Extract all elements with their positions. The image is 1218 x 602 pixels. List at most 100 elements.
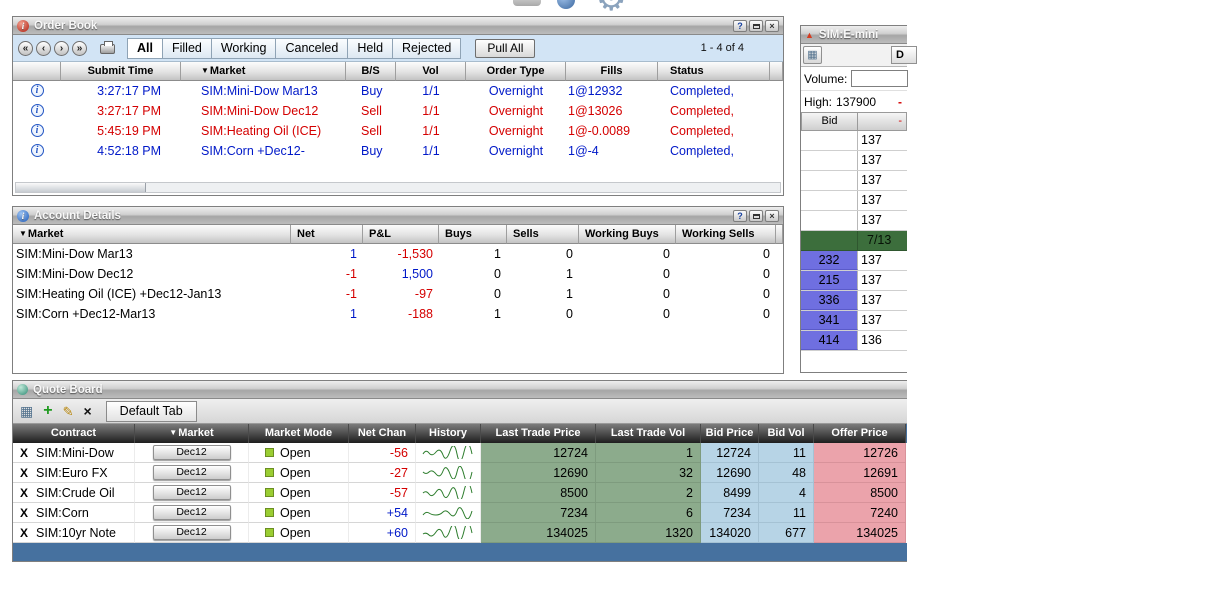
price-cell[interactable]: 137 [858, 171, 907, 190]
column-header-fills[interactable]: Fills [566, 62, 658, 81]
prev-page-button[interactable]: ‹ [36, 41, 51, 56]
tab-filled[interactable]: Filled [163, 38, 212, 59]
tab-working[interactable]: Working [212, 38, 277, 59]
column-header-offer-price[interactable]: Offer Price [814, 424, 906, 443]
column-header-order-type[interactable]: Order Type [466, 62, 566, 81]
column-header-pl[interactable]: P&L [363, 225, 439, 244]
info-icon[interactable]: i [31, 84, 44, 97]
column-header-history[interactable]: History [416, 424, 481, 443]
column-header-market[interactable]: ▼Market [13, 225, 291, 244]
horizontal-scrollbar[interactable] [15, 182, 781, 193]
tab-rejected[interactable]: Rejected [393, 38, 461, 59]
contract-month-button[interactable]: Dec12 [153, 465, 231, 480]
depth-cell[interactable] [801, 211, 858, 230]
column-header-market[interactable]: ▼Market [181, 62, 346, 81]
quote-row[interactable]: XSIM:Corn Dec12 Open +54 7234 6 7234 11 … [13, 503, 907, 523]
column-header-market-mode[interactable]: Market Mode [249, 424, 349, 443]
column-header-contract[interactable]: Contract [13, 424, 135, 443]
volume-input[interactable] [851, 70, 908, 87]
info-icon[interactable]: i [31, 144, 44, 157]
grid-view-icon[interactable]: ▦ [20, 404, 33, 418]
price-cell[interactable]: 137 [858, 211, 907, 230]
bid-depth-cell[interactable]: 232 [801, 251, 858, 270]
pull-all-button[interactable]: Pull All [475, 39, 535, 58]
quote-row[interactable]: XSIM:Crude Oil Dec12 Open -57 8500 2 849… [13, 483, 907, 503]
column-header-vol[interactable]: Vol [396, 62, 466, 81]
dom-titlebar[interactable]: ▲ SIM:E-mini [801, 26, 907, 44]
contract-month-button[interactable]: Dec12 [153, 525, 231, 540]
price-cell[interactable]: 137 [858, 271, 907, 290]
column-header-bid-price[interactable]: Bid Price [701, 424, 759, 443]
order-row[interactable]: i 3:27:17 PM SIM:Mini-Dow Dec12 Sell 1/1… [13, 101, 783, 121]
delete-tab-icon[interactable]: × [83, 404, 91, 418]
remove-quote-icon[interactable]: X [20, 443, 28, 463]
order-row[interactable]: i 5:45:19 PM SIM:Heating Oil (ICE) Sell … [13, 121, 783, 141]
tab-all[interactable]: All [127, 38, 163, 59]
last-page-button[interactable]: » [72, 41, 87, 56]
help-button[interactable]: ? [733, 20, 747, 32]
position-row[interactable]: SIM:Mini-Dow Dec12 -1 1,500 0 1 0 0 [13, 264, 783, 284]
remove-quote-icon[interactable]: X [20, 503, 28, 523]
add-tab-icon[interactable]: + [43, 403, 52, 419]
column-header-bs[interactable]: B/S [346, 62, 396, 81]
tab-canceled[interactable]: Canceled [276, 38, 348, 59]
remove-quote-icon[interactable]: X [20, 483, 28, 503]
column-header-status[interactable]: Status [658, 62, 770, 81]
next-page-button[interactable]: › [54, 41, 69, 56]
grid-view-icon[interactable]: ▦ [803, 46, 822, 64]
depth-cell[interactable] [801, 231, 858, 250]
price-cell[interactable]: 137 [858, 131, 907, 150]
edit-tab-icon[interactable]: ✎ [63, 405, 74, 418]
order-book-titlebar[interactable]: Order Book ? × [13, 17, 783, 35]
restore-button[interactable] [749, 20, 763, 32]
price-cell[interactable]: 137 [858, 291, 907, 310]
price-column-header[interactable]: - [858, 112, 907, 131]
depth-cell[interactable] [801, 151, 858, 170]
quote-row[interactable]: XSIM:Mini-Dow Dec12 Open -56 12724 1 127… [13, 443, 907, 463]
quote-row[interactable]: XSIM:Euro FX Dec12 Open -27 12690 32 126… [13, 463, 907, 483]
position-row[interactable]: SIM:Corn +Dec12-Mar13 1 -188 1 0 0 0 [13, 304, 783, 324]
bid-depth-cell[interactable]: 336 [801, 291, 858, 310]
remove-quote-icon[interactable]: X [20, 463, 28, 483]
close-button[interactable]: × [765, 20, 779, 32]
bid-depth-cell[interactable]: 215 [801, 271, 858, 290]
quote-row[interactable]: XSIM:10yr Note Dec12 Open +60 134025 132… [13, 523, 907, 543]
column-header-sells[interactable]: Sells [507, 225, 579, 244]
column-header-submit-time[interactable]: Submit Time [61, 62, 181, 81]
depth-cell[interactable] [801, 191, 858, 210]
account-details-titlebar[interactable]: Account Details ? × [13, 207, 783, 225]
price-cell[interactable]: 136 [858, 331, 907, 350]
column-header-last-trade-vol[interactable]: Last Trade Vol [596, 424, 701, 443]
column-header-working-buys[interactable]: Working Buys [579, 225, 676, 244]
quote-board-titlebar[interactable]: Quote Board [13, 381, 907, 399]
price-cell[interactable]: 137 [858, 311, 907, 330]
position-row[interactable]: SIM:Mini-Dow Mar13 1 -1,530 1 0 0 0 [13, 244, 783, 264]
bid-column-header[interactable]: Bid [801, 112, 858, 131]
column-header-net-change[interactable]: Net Chan [349, 424, 416, 443]
column-header-last-trade-price[interactable]: Last Trade Price [481, 424, 596, 443]
column-header-working-sells[interactable]: Working Sells [676, 225, 776, 244]
month-select-button[interactable]: D [891, 46, 917, 64]
scrollbar-thumb[interactable] [16, 183, 146, 192]
contract-month-button[interactable]: Dec12 [153, 445, 231, 460]
close-button[interactable]: × [765, 210, 779, 222]
position-row[interactable]: SIM:Heating Oil (ICE) +Dec12-Jan13 -1 -9… [13, 284, 783, 304]
contract-month-button[interactable]: Dec12 [153, 505, 231, 520]
bid-depth-cell[interactable]: 414 [801, 331, 858, 350]
price-cell[interactable]: 137 [858, 251, 907, 270]
column-header-net[interactable]: Net [291, 225, 363, 244]
price-cell[interactable]: 137 [858, 151, 907, 170]
help-button[interactable]: ? [733, 210, 747, 222]
order-row[interactable]: i 3:27:17 PM SIM:Mini-Dow Mar13 Buy 1/1 … [13, 81, 783, 101]
order-row[interactable]: i 4:52:18 PM SIM:Corn +Dec12- Buy 1/1 Ov… [13, 141, 783, 161]
restore-button[interactable] [749, 210, 763, 222]
print-icon[interactable] [100, 44, 115, 54]
quote-board-tab[interactable]: Default Tab [106, 401, 197, 422]
contract-month-button[interactable]: Dec12 [153, 485, 231, 500]
tab-held[interactable]: Held [348, 38, 393, 59]
first-page-button[interactable]: « [18, 41, 33, 56]
price-cell[interactable]: 137 [858, 191, 907, 210]
column-header-buys[interactable]: Buys [439, 225, 507, 244]
column-header-market[interactable]: ▼Market [135, 424, 249, 443]
info-icon[interactable]: i [31, 124, 44, 137]
